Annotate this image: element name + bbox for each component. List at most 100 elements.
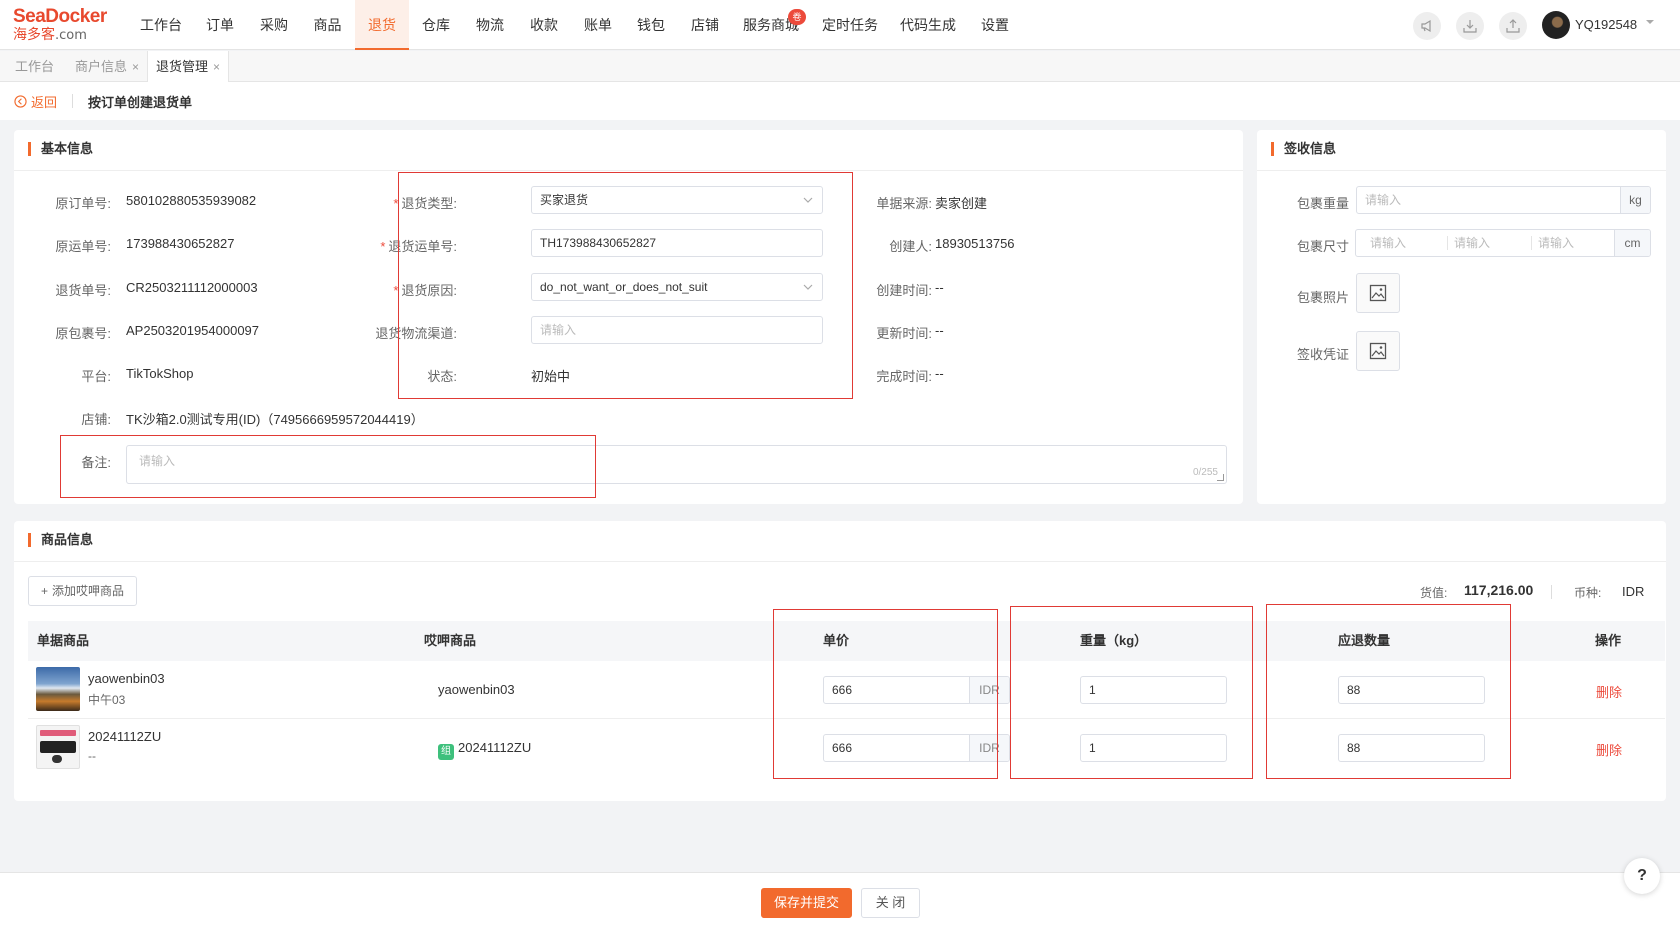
add-product-button[interactable]: + 添加哎呷商品 — [28, 576, 138, 606]
label-created-time: 创建时间: — [876, 283, 932, 298]
top-navigation: SeaDocker 海多客.com 工作台 订单 采购 商品 退货 仓库 物流 … — [0, 0, 1680, 50]
label-source: 单据来源: — [876, 196, 932, 211]
weight-input[interactable]: 1 — [1080, 734, 1227, 762]
save-submit-button[interactable]: 保存并提交 — [761, 888, 852, 918]
nav-item-wallet[interactable]: 钱包 — [625, 0, 677, 50]
size-unit: cm — [1614, 230, 1650, 256]
remark-textarea[interactable]: 请输入 0/255 — [126, 445, 1227, 484]
nav-item-products[interactable]: 商品 — [300, 0, 355, 50]
return-qty-input[interactable]: 88 — [1338, 734, 1485, 762]
product-thumbnail — [36, 667, 80, 711]
return-tracking-input[interactable]: TH173988430652827 — [531, 229, 823, 257]
label-remark: 备注: — [81, 455, 111, 470]
sign-proof-upload[interactable] — [1356, 331, 1400, 371]
label-return-reason: * 退货原因: — [393, 283, 457, 298]
label-original-package: 原包裹号: — [55, 326, 111, 341]
unit-price-input[interactable]: 666 IDR — [823, 676, 1010, 704]
nav-item-logistics[interactable]: 物流 — [463, 0, 517, 50]
back-label: 返回 — [31, 95, 58, 110]
image-icon — [1369, 284, 1387, 302]
value-created-time: -- — [935, 280, 944, 295]
label-creator: 创建人: — [889, 239, 932, 254]
package-width-input[interactable]: 请输入 — [1454, 230, 1490, 256]
package-photo-upload[interactable] — [1356, 273, 1400, 313]
price-currency: IDR — [969, 677, 1009, 703]
tab-returns-management[interactable]: 退货管理 × — [147, 51, 230, 82]
col-unit-price: 单价 — [823, 633, 850, 648]
value-creator: 18930513756 — [935, 236, 1015, 251]
help-icon[interactable]: ? — [1624, 858, 1660, 894]
return-reason-select[interactable]: do_not_want_or_does_not_suit — [531, 273, 823, 301]
back-button[interactable]: 返回 — [14, 92, 57, 111]
nav-item-bills[interactable]: 账单 — [571, 0, 625, 50]
page-title: 按订单创建退货单 — [88, 95, 193, 110]
nav-item-purchase[interactable]: 采购 — [248, 0, 300, 50]
price-currency: IDR — [969, 735, 1009, 761]
package-length-input[interactable]: 请输入 — [1370, 230, 1406, 256]
label-sign-proof: 签收凭证 — [1296, 347, 1349, 362]
nav-item-warehouse[interactable]: 仓库 — [409, 0, 463, 50]
product-name: 20241112ZU — [88, 729, 162, 744]
value-completed-time: -- — [935, 366, 944, 381]
plus-icon: + — [41, 584, 49, 598]
nav-item-workbench[interactable]: 工作台 — [130, 0, 192, 50]
label-package-size: 包裹尺寸 — [1296, 239, 1349, 254]
products-table-header: 单据商品 哎呷商品 单价 重量（kg） 应退数量 操作 — [28, 621, 1665, 661]
product-variant: -- — [88, 749, 96, 763]
announcement-icon[interactable] — [1413, 12, 1441, 40]
col-return-qty: 应退数量 — [1338, 633, 1391, 648]
col-source-product: 单据商品 — [37, 633, 90, 648]
return-type-select[interactable]: 买家退货 — [531, 186, 823, 214]
value-updated-time: -- — [935, 323, 944, 338]
currency-label: 币种: — [1574, 586, 1602, 600]
nav-item-orders[interactable]: 订单 — [192, 0, 248, 50]
col-mapped-product: 哎呷商品 — [424, 633, 477, 648]
close-icon[interactable]: × — [213, 60, 220, 74]
mapped-product-name: 20241112ZU — [458, 740, 532, 755]
value-original-package: AP2503201954000097 — [126, 323, 260, 338]
value-platform: TikTokShop — [126, 366, 194, 381]
upload-icon[interactable] — [1499, 12, 1527, 40]
return-channel-input[interactable]: 请输入 — [531, 316, 823, 344]
brand-logo-suffix: .com — [55, 28, 87, 43]
products-title: 商品信息 — [28, 533, 93, 547]
username[interactable]: YQ192548 — [1575, 17, 1637, 32]
nav-item-service-mall[interactable]: 服务商城 卷 — [742, 0, 806, 50]
nav-item-returns[interactable]: 退货 — [355, 0, 409, 50]
return-qty-input[interactable]: 88 — [1338, 676, 1485, 704]
mapped-product-name: yaowenbin03 — [438, 682, 515, 697]
tab-workbench[interactable]: 工作台 — [7, 51, 62, 82]
nav-item-receipts[interactable]: 收款 — [517, 0, 571, 50]
brand-logo[interactable]: SeaDocker 海多客.com — [13, 7, 113, 45]
package-height-input[interactable]: 请输入 — [1538, 230, 1574, 256]
delete-button[interactable]: 删除 — [1596, 740, 1622, 759]
chevron-down-icon — [803, 197, 813, 203]
product-variant: 中午03 — [88, 693, 126, 707]
avatar[interactable] — [1542, 11, 1570, 39]
delete-button[interactable]: 删除 — [1596, 682, 1622, 701]
unit-price-input[interactable]: 666 IDR — [823, 734, 1010, 762]
chevron-down-icon[interactable] — [1646, 20, 1654, 26]
nav-item-scheduled-tasks[interactable]: 定时任务 — [818, 0, 882, 50]
nav-item-code-gen[interactable]: 代码生成 — [896, 0, 960, 50]
image-icon — [1369, 342, 1387, 360]
close-icon[interactable]: × — [132, 60, 139, 74]
chevron-down-icon — [803, 284, 813, 290]
download-icon[interactable] — [1456, 12, 1484, 40]
back-arrow-icon — [14, 95, 27, 108]
goods-value-label: 货值: — [1420, 586, 1448, 600]
nav-item-settings[interactable]: 设置 — [975, 0, 1015, 50]
nav-item-stores[interactable]: 店铺 — [677, 0, 733, 50]
currency-value: IDR — [1622, 584, 1645, 599]
label-original-waybill: 原运单号: — [55, 239, 111, 254]
close-button[interactable]: 关 闭 — [861, 888, 920, 918]
label-updated-time: 更新时间: — [876, 326, 932, 341]
tab-merchant-info[interactable]: 商户信息 × — [67, 51, 147, 82]
resize-handle-icon[interactable] — [1217, 474, 1224, 481]
weight-input[interactable]: 1 — [1080, 676, 1227, 704]
brand-logo-text: SeaDocker — [13, 6, 107, 27]
basic-info-card: 基本信息 原订单号: 580102880535939082 原运单号: 1739… — [14, 130, 1243, 504]
remark-char-count: 0/255 — [1192, 467, 1218, 478]
package-weight-input[interactable]: 请输入 kg — [1356, 186, 1651, 214]
basic-info-title: 基本信息 — [28, 142, 93, 156]
